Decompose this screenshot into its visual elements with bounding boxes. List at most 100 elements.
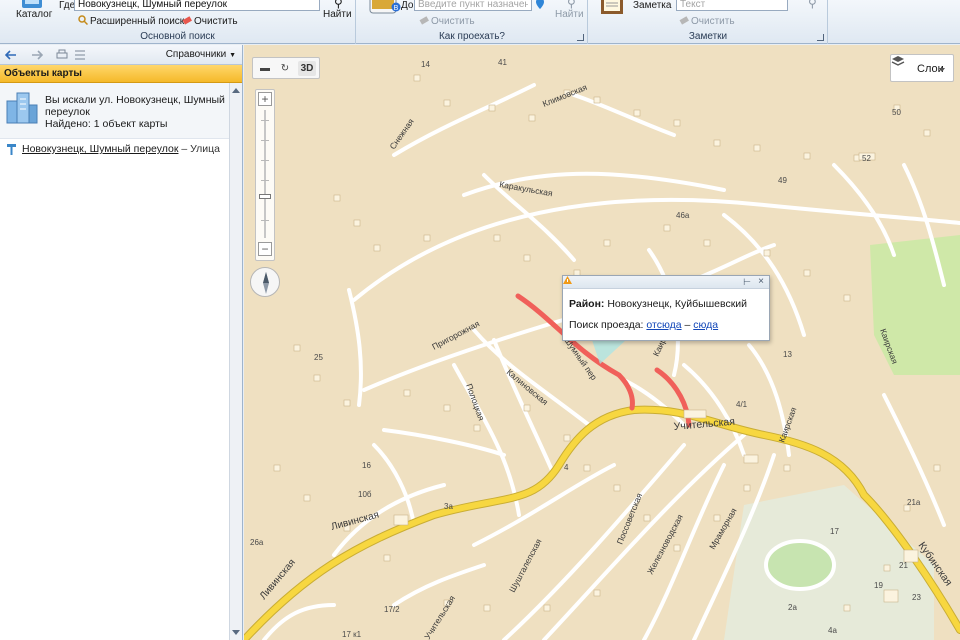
warning-icon[interactable]	[563, 276, 572, 284]
route-find-button[interactable]: Найти	[555, 9, 584, 20]
route-to-link[interactable]: сюда	[693, 319, 718, 331]
park-area	[870, 235, 960, 375]
house-number: 17	[830, 527, 839, 536]
svg-text:B: B	[394, 5, 399, 12]
catalog-button[interactable]: Каталог	[10, 0, 54, 32]
to-label: До	[401, 0, 414, 11]
forward-icon[interactable]	[31, 49, 43, 61]
house-number: 4а	[828, 626, 837, 635]
note-clear-button[interactable]: Очистить	[679, 15, 735, 27]
zoom-in-button[interactable]: +	[258, 92, 272, 106]
destination-input[interactable]	[414, 0, 532, 11]
notes-options-launcher[interactable]	[817, 34, 824, 41]
district-popup: ⊢ × Район: Новокузнецк, Куйбышевский Пои…	[562, 275, 770, 341]
house-number: 17 к1	[342, 630, 362, 639]
refresh-icon[interactable]: ↻	[276, 61, 294, 76]
house-number: 52	[862, 154, 871, 163]
close-icon[interactable]: ×	[758, 276, 764, 287]
zoom-slider-handle[interactable]	[259, 194, 271, 199]
print-icon[interactable]	[56, 49, 68, 61]
ruler-icon[interactable]: ▬	[256, 61, 274, 76]
zoom-out-button[interactable]: −	[258, 242, 272, 256]
summary-query-line2: переулок	[45, 106, 90, 118]
layers-button[interactable]: Слои	[890, 54, 954, 82]
street-label: Мраморная	[707, 506, 739, 551]
back-icon[interactable]	[5, 49, 17, 61]
route-group-caption: Как проехать?	[438, 31, 505, 42]
district-row: Район: Новокузнецк, Куйбышевский	[569, 298, 747, 310]
house-number: 21а	[907, 498, 921, 507]
house-number: 14	[421, 60, 430, 69]
chevron-down-icon	[939, 68, 945, 72]
stadium	[764, 539, 836, 591]
route-search-label: Поиск проезда:	[569, 319, 644, 331]
route-clear-button[interactable]: Очистить	[419, 15, 475, 27]
route-clear-label: Очистить	[431, 16, 475, 27]
house-number: 17/2	[384, 605, 400, 614]
compass[interactable]	[250, 267, 280, 297]
house-number: 49	[778, 176, 787, 185]
house-number: 21	[899, 561, 908, 570]
pin-popup-icon[interactable]: ⊢	[743, 277, 751, 288]
note-text-input[interactable]	[676, 0, 788, 11]
street-label: Калиновская	[505, 367, 551, 408]
3d-mode-button[interactable]: 3D	[298, 61, 316, 76]
zoom-tick	[261, 180, 269, 181]
results-list: Вы искали ул. Новокузнецк, Шумный переул…	[0, 83, 229, 640]
main-search-caption: Основной поиск	[140, 31, 215, 42]
route-from-link[interactable]: отсюда	[646, 319, 681, 331]
route-options-launcher[interactable]	[577, 34, 584, 41]
district-value: Новокузнецк, Куйбышевский	[607, 298, 748, 310]
route-search-row: Поиск проезда: отсюда – сюда	[569, 319, 718, 331]
street-label: Климовская	[541, 82, 589, 109]
street-label: Учительская	[673, 416, 735, 433]
magnifier-icon	[78, 15, 88, 25]
house-number: 25	[314, 353, 323, 362]
pin-icon[interactable]	[535, 0, 545, 10]
house-number: 50	[892, 108, 901, 117]
compass-icon	[263, 272, 269, 294]
result-type: Улица	[190, 143, 220, 155]
street-label: Шушталепская	[507, 537, 544, 594]
left-panel: Справочники ▼ Объекты карты Вы искали ул…	[0, 45, 243, 640]
zoom-control: + −	[255, 89, 275, 261]
map-view[interactable]: Климовская Снежная Каракульская Пригорож…	[244, 45, 960, 640]
note-eraser-icon	[679, 16, 689, 25]
house-number: 4/1	[736, 400, 748, 409]
zoom-tick	[261, 160, 269, 161]
note-label[interactable]: Заметка	[633, 0, 671, 11]
directories-label: Справочники	[165, 49, 227, 60]
results-scrollbar[interactable]	[229, 83, 242, 640]
route-group: До B ⚲ Найти Очистить Как проехать?	[357, 0, 588, 44]
zoom-tick	[261, 120, 269, 121]
house-number: 3а	[444, 502, 453, 511]
scroll-down-icon[interactable]	[232, 630, 240, 635]
route-eraser-icon	[419, 16, 429, 25]
note-search-icon[interactable]: ⚲	[808, 0, 817, 10]
result-link[interactable]: Новокузнецк, Шумный переулок	[22, 143, 178, 155]
list-item: Новокузнецк, Шумный переулок – Улица	[0, 139, 229, 157]
where-input[interactable]	[74, 0, 320, 11]
advanced-search-button[interactable]: Расширенный поиск	[78, 15, 184, 27]
buildings-icon	[6, 92, 38, 124]
scroll-up-icon[interactable]	[232, 88, 240, 93]
popup-pointer	[592, 340, 626, 364]
search-summary: Вы искали ул. Новокузнецк, Шумный переул…	[0, 83, 229, 139]
house-number: 41	[498, 58, 507, 67]
summary-text: Вы искали ул. Новокузнецк, Шумный переул…	[45, 94, 225, 130]
house-number: 10б	[358, 490, 372, 499]
result-separator: –	[178, 143, 191, 155]
list-icon[interactable]	[74, 49, 86, 61]
clear-search-button[interactable]: Очистить	[182, 15, 238, 27]
note-clear-label: Очистить	[691, 16, 735, 27]
house-number: 46а	[676, 211, 690, 220]
directories-dropdown[interactable]: Справочники ▼	[166, 49, 236, 60]
summary-query-line1: Вы искали ул. Новокузнецк, Шумный	[45, 94, 225, 106]
zoom-track[interactable]	[264, 110, 266, 238]
map-mode-toolbar: ▬ ↻ 3D	[252, 57, 320, 79]
find-button[interactable]: Найти	[323, 9, 352, 20]
zoom-tick	[261, 140, 269, 141]
house-number: 19	[874, 581, 883, 590]
popup-titlebar: ⊢ ×	[563, 276, 769, 289]
district-label: Район:	[569, 298, 605, 310]
